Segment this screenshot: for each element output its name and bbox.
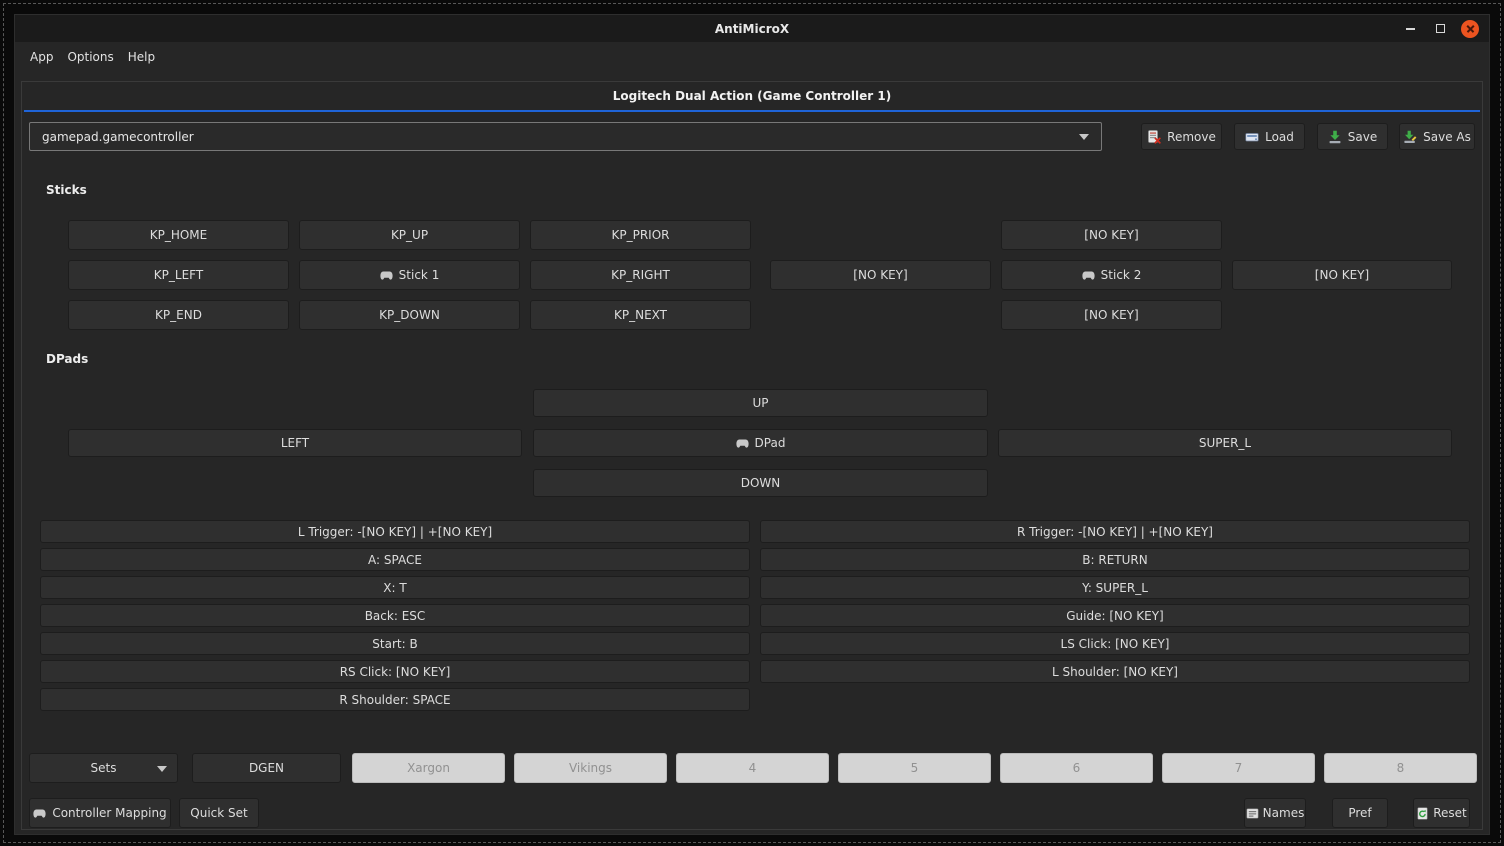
gamepad-icon	[736, 439, 749, 448]
button-y[interactable]: Y: SUPER_L	[760, 576, 1470, 599]
remove-icon	[1147, 130, 1161, 144]
menu-app[interactable]: App	[23, 46, 60, 68]
controller-tab-label: Logitech Dual Action (Game Controller 1)	[613, 89, 891, 103]
dpad-down-button[interactable]: DOWN	[533, 469, 988, 497]
set-tab-dgen[interactable]: DGEN	[192, 753, 341, 783]
controller-pane: Logitech Dual Action (Game Controller 1)…	[21, 81, 1483, 830]
stick2-center-button[interactable]: Stick 2	[1001, 260, 1222, 290]
stick2-label: Stick 2	[1101, 268, 1142, 282]
dpads-heading: DPads	[46, 352, 88, 366]
set-tab-8[interactable]: 8	[1324, 753, 1477, 783]
rs-click-button[interactable]: RS Click: [NO KEY]	[40, 660, 750, 683]
save-button[interactable]: Save	[1317, 123, 1388, 150]
stick1-up-button[interactable]: KP_UP	[299, 220, 520, 250]
button-a[interactable]: A: SPACE	[40, 548, 750, 571]
stick1-right-button[interactable]: KP_RIGHT	[530, 260, 751, 290]
load-icon	[1245, 130, 1259, 144]
l-trigger-button[interactable]: L Trigger: -[NO KEY] | +[NO KEY]	[40, 520, 750, 543]
reset-icon	[1416, 807, 1429, 820]
set-tab-7[interactable]: 7	[1162, 753, 1315, 783]
profile-combobox[interactable]: gamepad.gamecontroller	[29, 122, 1102, 151]
gamepad-icon	[33, 809, 46, 818]
save-as-icon	[1403, 130, 1417, 144]
profile-combobox-value: gamepad.gamecontroller	[42, 130, 194, 144]
window-controls	[1401, 15, 1479, 42]
stick1-up-left-button[interactable]: KP_HOME	[68, 220, 289, 250]
minimize-icon	[1406, 28, 1415, 30]
stick2-right-button[interactable]: [NO KEY]	[1232, 260, 1452, 290]
menubar: App Options Help	[15, 42, 1489, 72]
stick1-down-left-button[interactable]: KP_END	[68, 300, 289, 330]
maximize-icon	[1436, 24, 1445, 33]
set-tab-xargon[interactable]: Xargon	[352, 753, 505, 783]
antimicrox-window: AntiMicroX App Options Help Logitech Dua…	[14, 14, 1490, 835]
stick2-left-button[interactable]: [NO KEY]	[770, 260, 991, 290]
sets-dropdown-label: Sets	[91, 761, 117, 775]
set-tab-vikings[interactable]: Vikings	[514, 753, 667, 783]
chevron-down-icon	[1079, 134, 1089, 140]
stick1-label: Stick 1	[399, 268, 440, 282]
stick1-down-button[interactable]: KP_DOWN	[299, 300, 520, 330]
guide-button[interactable]: Guide: [NO KEY]	[760, 604, 1470, 627]
reset-button-label: Reset	[1433, 806, 1467, 820]
window-title: AntiMicroX	[715, 22, 789, 36]
l-shoulder-button[interactable]: L Shoulder: [NO KEY]	[760, 660, 1470, 683]
stick2-down-button[interactable]: [NO KEY]	[1001, 300, 1222, 330]
dpad-center-button[interactable]: DPad	[533, 429, 988, 457]
gamepad-icon	[380, 271, 393, 280]
start-button[interactable]: Start: B	[40, 632, 750, 655]
sets-dropdown[interactable]: Sets	[29, 753, 178, 783]
minimize-button[interactable]	[1401, 20, 1419, 38]
dpad-right-button[interactable]: SUPER_L	[998, 429, 1452, 457]
dpad-left-button[interactable]: LEFT	[68, 429, 522, 457]
quick-set-button[interactable]: Quick Set	[179, 798, 259, 828]
save-button-label: Save	[1348, 130, 1377, 144]
controller-mapping-button[interactable]: Controller Mapping	[29, 798, 171, 828]
names-button[interactable]: Names	[1244, 798, 1306, 828]
load-button-label: Load	[1265, 130, 1294, 144]
names-button-label: Names	[1263, 806, 1305, 820]
stick1-down-right-button[interactable]: KP_NEXT	[530, 300, 751, 330]
stick2-up-button[interactable]: [NO KEY]	[1001, 220, 1222, 250]
names-list-icon	[1246, 807, 1259, 820]
desktop: AntiMicroX App Options Help Logitech Dua…	[0, 0, 1504, 846]
remove-button[interactable]: Remove	[1141, 123, 1222, 150]
dpad-label: DPad	[755, 436, 786, 450]
remove-button-label: Remove	[1167, 130, 1216, 144]
stick1-up-right-button[interactable]: KP_PRIOR	[530, 220, 751, 250]
button-x[interactable]: X: T	[40, 576, 750, 599]
close-button[interactable]	[1461, 20, 1479, 38]
save-icon	[1328, 130, 1342, 144]
tab-underline	[24, 110, 1480, 112]
stick1-center-button[interactable]: Stick 1	[299, 260, 520, 290]
pref-button[interactable]: Pref	[1332, 798, 1388, 828]
maximize-button[interactable]	[1431, 20, 1449, 38]
stick1-left-button[interactable]: KP_LEFT	[68, 260, 289, 290]
set-tab-4[interactable]: 4	[676, 753, 829, 783]
menu-help[interactable]: Help	[121, 46, 162, 68]
reset-button[interactable]: Reset	[1413, 798, 1470, 828]
load-button[interactable]: Load	[1234, 123, 1305, 150]
button-b[interactable]: B: RETURN	[760, 548, 1470, 571]
save-as-button-label: Save As	[1423, 130, 1471, 144]
ls-click-button[interactable]: LS Click: [NO KEY]	[760, 632, 1470, 655]
set-tab-6[interactable]: 6	[1000, 753, 1153, 783]
sticks-heading: Sticks	[46, 183, 87, 197]
save-as-button[interactable]: Save As	[1399, 123, 1475, 150]
dpad-up-button[interactable]: UP	[533, 389, 988, 417]
r-shoulder-button[interactable]: R Shoulder: SPACE	[40, 688, 750, 711]
r-trigger-button[interactable]: R Trigger: -[NO KEY] | +[NO KEY]	[760, 520, 1470, 543]
titlebar: AntiMicroX	[15, 15, 1489, 42]
back-button[interactable]: Back: ESC	[40, 604, 750, 627]
controller-tab[interactable]: Logitech Dual Action (Game Controller 1)	[22, 82, 1482, 110]
menu-options[interactable]: Options	[60, 46, 120, 68]
gamepad-icon	[1082, 271, 1095, 280]
set-tab-5[interactable]: 5	[838, 753, 991, 783]
chevron-down-icon	[157, 766, 167, 772]
controller-mapping-label: Controller Mapping	[52, 806, 166, 820]
